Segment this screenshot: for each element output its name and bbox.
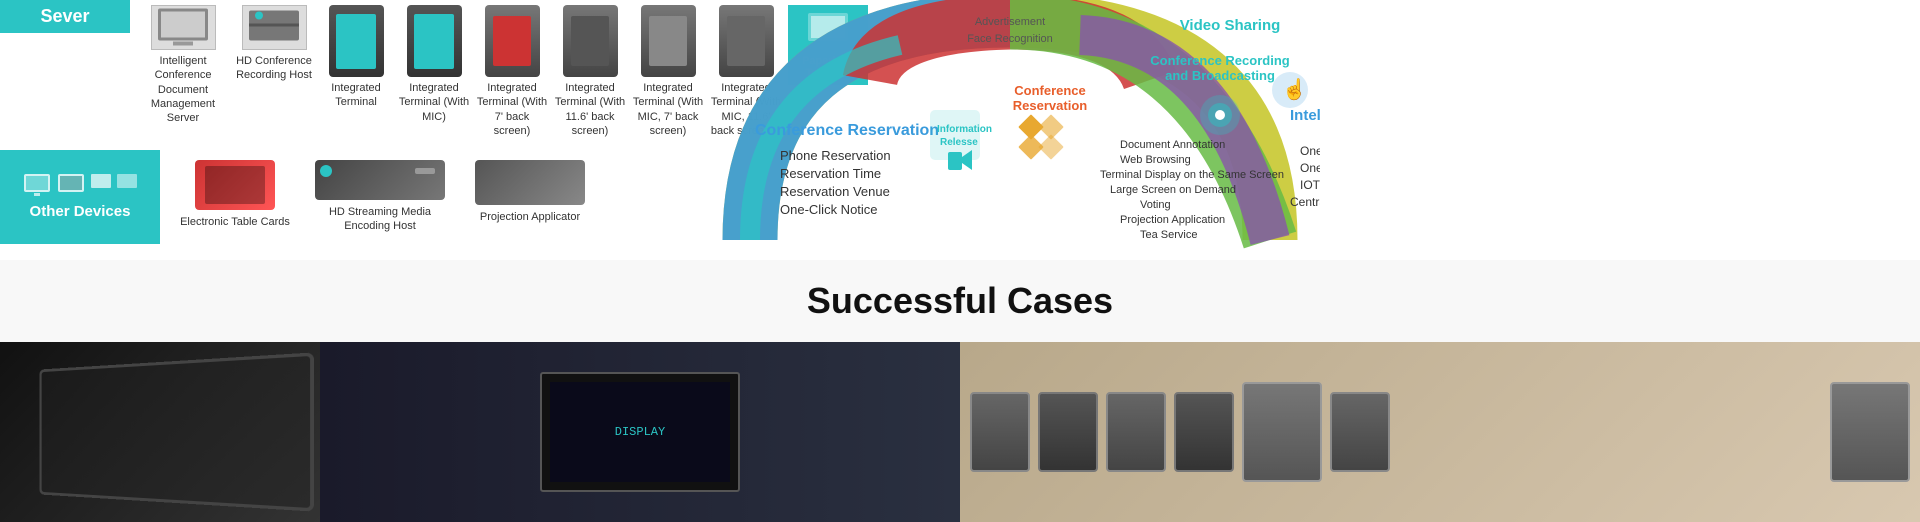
diagram-panel: Conference Reservation Phone Reservation… — [700, 0, 1320, 260]
case-image-1 — [0, 342, 320, 522]
svg-text:Video Sharing: Video Sharing — [1180, 17, 1281, 34]
device-label: Integrated Terminal (With 7' back screen… — [476, 81, 548, 138]
svg-text:Projection Application: Projection Application — [1120, 214, 1225, 226]
device-item: Intelligent Conference Document Manageme… — [138, 5, 228, 125]
svg-text:One-Click Notice: One-Click Notice — [780, 202, 878, 217]
bottom-device-item: HD Streaming Media Encoding Host — [310, 160, 450, 234]
svg-text:Face Recognition: Face Recognition — [967, 33, 1053, 45]
device-item: Integrated Terminal (With 11.6' back scr… — [554, 5, 626, 138]
bottom-section: Successful Cases DISPLAY — [0, 260, 1920, 522]
svg-text:Terminal Display on the Same S: Terminal Display on the Same Screen — [1100, 169, 1284, 181]
device-item: Integrated Terminal (With MIC) — [398, 5, 470, 124]
svg-text:Information: Information — [937, 124, 992, 135]
top-section: Sever Intelligent Conference Document Ma… — [0, 0, 1920, 260]
device-item: Integrated Terminal (With 7' back screen… — [476, 5, 548, 138]
device-item: Integrated Terminal (With MIC, 7' back s… — [632, 5, 704, 138]
svg-text:Reservation Venue: Reservation Venue — [780, 184, 890, 199]
device-label: Integrated Terminal (With 11.6' back scr… — [554, 81, 626, 138]
server-header: Sever — [0, 0, 130, 33]
device-label: Projection Applicator — [480, 210, 580, 224]
devices-bottom-row: Other Devices Electronic Table Cards HD … — [0, 150, 700, 244]
cases-images: DISPLAY — [0, 342, 1920, 522]
device-label: Intelligent Conference Document Manageme… — [138, 54, 228, 125]
svg-text:Tea Service: Tea Service — [1140, 229, 1197, 241]
bottom-device-item: Electronic Table Cards — [180, 160, 290, 229]
right-spacer — [1320, 0, 1920, 260]
device-label: Electronic Table Cards — [180, 215, 290, 229]
svg-text:☝: ☝ — [1282, 77, 1307, 101]
svg-text:and Broadcasting: and Broadcasting — [1165, 68, 1275, 83]
svg-text:Phone Reservation: Phone Reservation — [780, 148, 891, 163]
svg-text:IOT Control: IOT Control — [1300, 178, 1320, 192]
device-item: Integrated Terminal — [320, 5, 392, 110]
bottom-device-item: Projection Applicator — [470, 160, 590, 224]
other-devices-icons — [22, 173, 138, 197]
case-image-3 — [960, 342, 1920, 522]
svg-text:Conference Reservation: Conference Reservation — [755, 122, 939, 139]
devices-panel: Sever Intelligent Conference Document Ma… — [0, 0, 700, 260]
device-label: Integrated Terminal (With MIC, 7' back s… — [632, 81, 704, 138]
bottom-devices-items: Electronic Table Cards HD Streaming Medi… — [160, 150, 610, 244]
successful-cases-title: Successful Cases — [0, 280, 1920, 322]
svg-text:Large Screen on Demand: Large Screen on Demand — [1110, 184, 1236, 196]
svg-text:Voting: Voting — [1140, 199, 1171, 211]
svg-text:Advertisement: Advertisement — [975, 16, 1045, 28]
case-image-2: DISPLAY — [320, 342, 960, 522]
svg-text:Reservation: Reservation — [1013, 98, 1087, 113]
svg-text:Web Browsing: Web Browsing — [1120, 154, 1191, 166]
device-label: HD Conference Recording Host — [234, 54, 314, 83]
device-item: HD Conference Recording Host — [234, 5, 314, 83]
svg-text:Conference: Conference — [1014, 83, 1086, 98]
other-devices-label: Other Devices — [30, 203, 131, 220]
device-label: HD Streaming Media Encoding Host — [310, 205, 450, 234]
svg-text:Relesse: Relesse — [940, 137, 978, 148]
other-devices-box: Other Devices — [0, 150, 160, 244]
device-label: Integrated Terminal — [320, 81, 392, 110]
svg-text:Centralized Control: Centralized Control — [1290, 195, 1320, 209]
svg-text:Reservation Time: Reservation Time — [780, 166, 881, 181]
svg-text:One-touch Switch: One-touch Switch — [1300, 161, 1320, 175]
svg-text:One-touch Lift: One-touch Lift — [1300, 144, 1320, 158]
svg-text:Intelligent Control: Intelligent Control — [1290, 107, 1320, 124]
svg-text:Conference Recording: Conference Recording — [1150, 53, 1289, 68]
svg-text:Document Annotation: Document Annotation — [1120, 139, 1225, 151]
device-label: Integrated Terminal (With MIC) — [398, 81, 470, 124]
